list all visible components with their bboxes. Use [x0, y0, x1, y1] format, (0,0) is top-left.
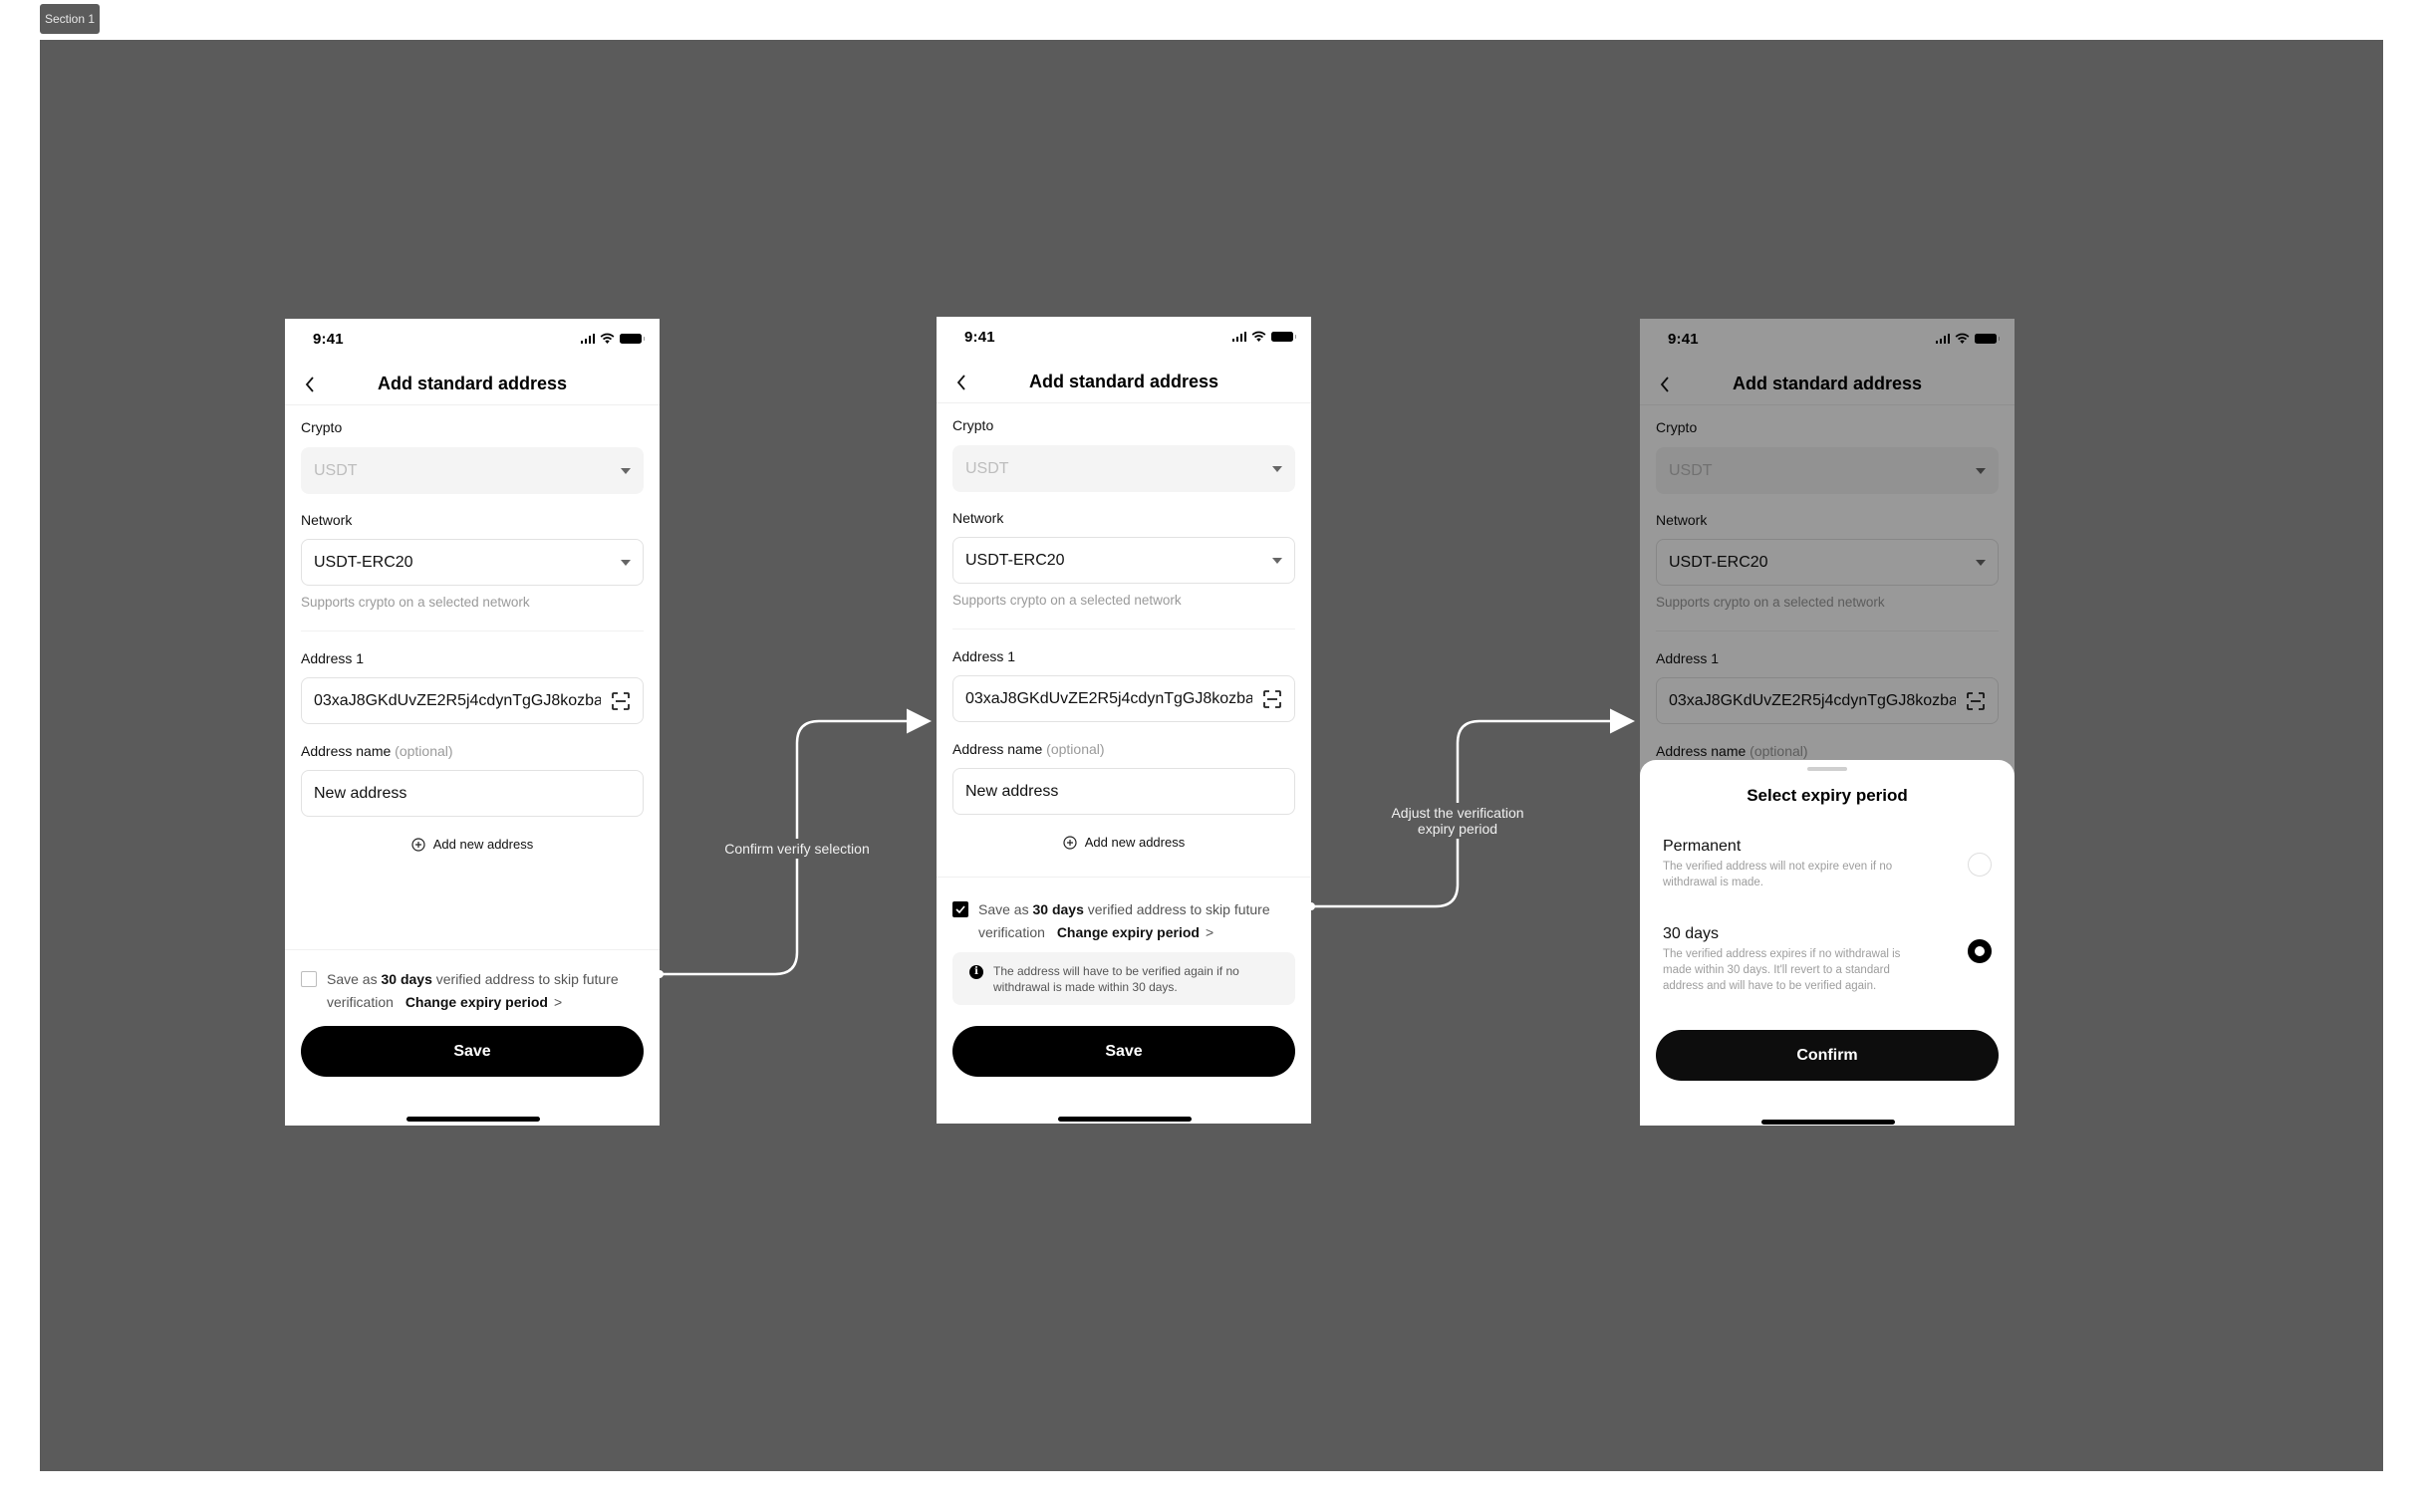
divider	[952, 629, 1295, 630]
option-description: The verified address expires if no withd…	[1663, 948, 1901, 992]
address-value: 03xaJ8GKdUvZE2R5j4cdynTgGJ8kozbax	[314, 691, 601, 709]
sheet-title: Select expiry period	[1747, 786, 1908, 805]
radio-unselected[interactable]	[1968, 853, 1992, 877]
battery-icon	[620, 333, 645, 344]
caret-down-icon	[621, 559, 631, 566]
nav-bar: Add standard address	[285, 369, 660, 405]
address-input[interactable]: 03xaJ8GKdUvZE2R5j4cdynTgGJ8kozbax	[952, 675, 1295, 722]
crypto-value: USDT	[965, 459, 1009, 477]
address-name-input[interactable]: New address	[952, 768, 1295, 815]
home-indicator	[1058, 1117, 1192, 1122]
crypto-value: USDT	[314, 461, 358, 479]
wifi-icon	[1251, 331, 1266, 342]
page-title: Add standard address	[377, 374, 568, 393]
status-time: 9:41	[964, 329, 995, 346]
add-new-address-button[interactable]: Add new address	[285, 837, 660, 852]
address-name-input[interactable]: New address	[301, 770, 644, 817]
verify-checkbox[interactable]	[301, 971, 317, 987]
caret-down-icon	[1272, 465, 1282, 472]
save-button[interactable]: Save	[952, 1026, 1295, 1077]
phone-screen-expiry-sheet: 9:41 Add standard address Crypto USDT Ne…	[1640, 319, 2015, 1126]
option-description: The verified address will not expire eve…	[1663, 861, 1893, 888]
verify-text: Save as 30 days verified address to skip…	[978, 901, 1270, 940]
page-title: Add standard address	[1028, 372, 1219, 391]
address-label: Address 1	[301, 650, 365, 666]
wifi-icon	[600, 333, 615, 344]
network-value: USDT-ERC20	[314, 553, 413, 571]
checkmark-icon	[955, 905, 965, 913]
info-icon: i	[969, 965, 983, 979]
address-name-label: Address name (optional)	[952, 741, 1105, 757]
add-new-address-label: Add new address	[432, 837, 534, 852]
change-expiry-link[interactable]: Change expiry period >	[405, 994, 562, 1010]
status-icons	[580, 333, 645, 344]
info-notice: i The address will have to be verified a…	[952, 952, 1295, 1005]
verify-option-row: Save as 30 days verified address to skip…	[301, 968, 644, 1014]
section-label[interactable]: Section 1	[40, 4, 100, 34]
expiry-bottom-sheet: Select expiry period Permanent The verif…	[1640, 760, 2015, 1126]
add-new-address-button[interactable]: Add new address	[937, 835, 1311, 850]
crypto-select: USDT	[301, 447, 644, 494]
phone-screen-initial: 9:41 Add standard address Crypto USDT Ne…	[285, 319, 660, 1126]
plus-circle-icon	[411, 837, 425, 852]
caret-down-icon	[1272, 557, 1282, 564]
confirm-button[interactable]: Confirm	[1656, 1030, 1999, 1081]
save-button[interactable]: Save	[301, 1026, 644, 1077]
cellular-signal-icon	[1231, 331, 1246, 342]
chevron-right-icon: >	[553, 994, 563, 1010]
option-title: 30 days	[1663, 925, 1720, 942]
divider	[285, 949, 660, 950]
flow-label-confirm-verify: Confirm verify selection	[719, 839, 875, 859]
status-icons	[1231, 331, 1296, 342]
address-input[interactable]: 03xaJ8GKdUvZE2R5j4cdynTgGJ8kozbax	[301, 677, 644, 724]
verify-checkbox-checked[interactable]	[952, 901, 968, 917]
network-helper: Supports crypto on a selected network	[952, 593, 1182, 608]
radio-selected[interactable]	[1968, 939, 1992, 963]
divider	[301, 630, 644, 631]
network-helper: Supports crypto on a selected network	[301, 595, 530, 610]
scan-icon[interactable]	[1262, 689, 1282, 709]
caret-down-icon	[621, 467, 631, 474]
chevron-right-icon: >	[1205, 924, 1214, 940]
address-name-label: Address name (optional)	[301, 743, 453, 759]
sheet-drag-handle[interactable]	[1807, 767, 1847, 771]
address-name-value: New address	[965, 782, 1059, 800]
network-select[interactable]: USDT-ERC20	[952, 537, 1295, 584]
home-indicator	[1761, 1120, 1895, 1125]
address-name-value: New address	[314, 784, 407, 802]
cellular-signal-icon	[580, 333, 595, 344]
expiry-option-permanent[interactable]: Permanent The verified address will not …	[1663, 838, 1992, 890]
crypto-label: Crypto	[952, 417, 994, 433]
divider	[937, 877, 1311, 878]
crypto-select: USDT	[952, 445, 1295, 492]
network-select[interactable]: USDT-ERC20	[301, 539, 644, 586]
status-time: 9:41	[313, 331, 344, 348]
change-expiry-link[interactable]: Change expiry period >	[1057, 924, 1213, 940]
network-label: Network	[952, 510, 1004, 526]
verify-text: Save as 30 days verified address to skip…	[327, 971, 619, 1010]
network-value: USDT-ERC20	[965, 551, 1065, 569]
option-title: Permanent	[1663, 838, 1742, 855]
info-text: The address will have to be verified aga…	[993, 964, 1239, 994]
add-new-address-label: Add new address	[1084, 835, 1186, 850]
flow-label-adjust-expiry: Adjust the verification expiry period	[1380, 803, 1535, 839]
expiry-option-30-days[interactable]: 30 days The verified address expires if …	[1663, 925, 1992, 994]
address-value: 03xaJ8GKdUvZE2R5j4cdynTgGJ8kozbax	[965, 689, 1252, 707]
nav-bar: Add standard address	[937, 367, 1311, 403]
battery-icon	[1271, 331, 1296, 342]
phone-screen-checked: 9:41 Add standard address Crypto USDT Ne…	[937, 317, 1311, 1124]
verify-option-row: Save as 30 days verified address to skip…	[952, 898, 1295, 944]
home-indicator	[406, 1117, 540, 1122]
network-label: Network	[301, 512, 353, 528]
crypto-label: Crypto	[301, 419, 343, 435]
address-label: Address 1	[952, 648, 1016, 664]
plus-circle-icon	[1063, 835, 1077, 850]
scan-icon[interactable]	[611, 691, 631, 711]
